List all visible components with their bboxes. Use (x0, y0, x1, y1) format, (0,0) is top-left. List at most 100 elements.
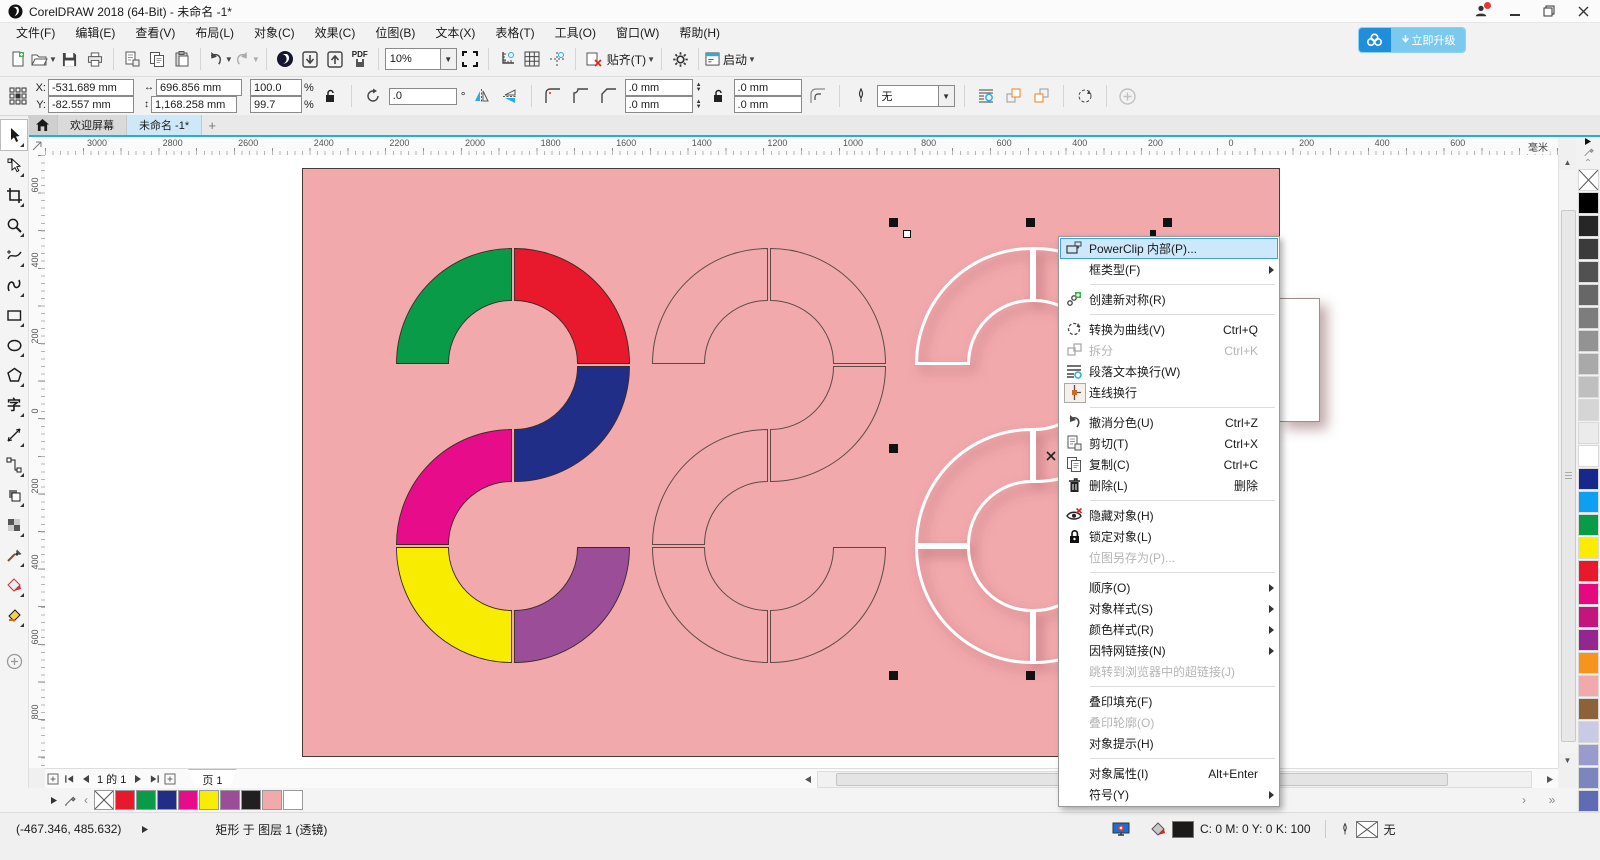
search-content-button[interactable] (273, 46, 297, 72)
context-menu-item-6[interactable]: 拆分Ctrl+K (1060, 340, 1278, 361)
new-document-button[interactable] (6, 46, 30, 72)
chamfer-corner-button[interactable] (597, 83, 621, 109)
menubar-item-0[interactable]: 文件(F) (6, 22, 65, 43)
context-menu-item-19[interactable]: 顺序(O) (1060, 577, 1278, 598)
outline-pen-status-icon[interactable] (1340, 822, 1350, 837)
context-menu-item-16[interactable]: 锁定对象(L) (1060, 526, 1278, 547)
selection-handle-small[interactable] (903, 230, 911, 238)
freehand-tool[interactable] (1, 240, 27, 270)
import-button[interactable] (298, 46, 322, 72)
welcome-screen-tab[interactable]: 欢迎屏幕 (58, 115, 127, 135)
scalloped-corner-button[interactable] (569, 83, 593, 109)
text-tool[interactable]: 字 (1, 390, 27, 420)
palette-expand[interactable]: » (1544, 792, 1560, 808)
export-button[interactable] (323, 46, 347, 72)
doc-swatch[interactable] (157, 790, 177, 810)
print-button[interactable] (83, 46, 107, 72)
zoom-tool[interactable] (1, 210, 27, 240)
palette-scroll-left[interactable]: ‹ (78, 792, 94, 808)
selection-handle[interactable] (1163, 218, 1172, 227)
color-palette-flyout[interactable] (1580, 137, 1596, 146)
context-menu-item-1[interactable]: 框类型(F) (1060, 259, 1278, 280)
add-page-start-button[interactable] (45, 771, 61, 787)
context-menu-item-23[interactable]: 跳转到浏览器中的超链接(J) (1060, 661, 1278, 682)
outline-color-swatch[interactable] (1356, 821, 1378, 838)
undo-dropdown[interactable]: ▼ (225, 55, 233, 64)
context-menu-item-29[interactable]: 对象属性(I)Alt+Enter (1060, 763, 1278, 784)
doc-swatch[interactable] (136, 790, 156, 810)
ruler-origin[interactable] (28, 137, 46, 156)
fill-color-icon[interactable] (1150, 822, 1166, 836)
vertical-ruler[interactable]: 6004002000200400600800 (28, 155, 46, 768)
scale-y-field[interactable]: 99.7 (250, 96, 302, 113)
status-flyout-arrow[interactable] (141, 825, 149, 834)
palette-swatch[interactable] (1578, 675, 1599, 697)
corner-radius-br-field[interactable]: .0 mm (734, 96, 802, 113)
context-menu-item-25[interactable]: 叠印填充(F) (1060, 691, 1278, 712)
doc-swatch[interactable] (199, 790, 219, 810)
menubar-item-3[interactable]: 布局(L) (185, 22, 244, 43)
fill-color-swatch[interactable] (1172, 821, 1194, 838)
stepper[interactable]: ▲▼ (695, 100, 702, 110)
zoom-level-select[interactable]: 10%▼ (385, 48, 457, 70)
selection-handle[interactable] (889, 444, 898, 453)
palette-swatch[interactable] (1578, 537, 1599, 559)
horizontal-ruler[interactable]: 毫米30002800260024002200200018001600140012… (45, 137, 1558, 156)
palette-swatch[interactable] (1578, 790, 1599, 812)
s-shape-1-bot-sw-segment[interactable] (653, 548, 768, 663)
menubar-item-10[interactable]: 窗口(W) (606, 22, 669, 43)
show-guidelines-button[interactable] (545, 46, 569, 72)
doc-swatch[interactable] (262, 790, 282, 810)
s-shape-0-bot-se-segment[interactable] (515, 548, 630, 663)
object-width-field[interactable]: 696.856 mm (156, 79, 242, 96)
s-shape-1-bot-se-segment[interactable] (771, 548, 886, 663)
new-tab-button[interactable]: + (202, 115, 222, 135)
menubar-item-9[interactable]: 工具(O) (545, 22, 606, 43)
color-palette-scroll-up[interactable]: ⌃ (1580, 158, 1596, 169)
corner-link-lock-button[interactable] (706, 83, 730, 109)
context-menu-item-17[interactable]: 位图另存为(P)... (1060, 547, 1278, 568)
restore-button[interactable] (1532, 0, 1566, 22)
menubar-item-6[interactable]: 位图(B) (365, 22, 425, 43)
context-menu-item-22[interactable]: 因特网链接(N) (1060, 640, 1278, 661)
context-menu-item-30[interactable]: 符号(Y) (1060, 784, 1278, 805)
palette-swatch[interactable] (1578, 560, 1599, 582)
context-menu-item-13[interactable]: 删除(L)删除 (1060, 475, 1278, 496)
palette-swatch[interactable] (1578, 353, 1599, 375)
mirror-horizontal-button[interactable] (470, 83, 494, 109)
scroll-down-button[interactable]: ▼ (1559, 753, 1576, 768)
pick-tool[interactable] (1, 120, 27, 150)
ellipse-tool[interactable] (1, 330, 27, 360)
palette-swatch[interactable] (1578, 698, 1599, 720)
redo-button[interactable]: ▼ (234, 46, 260, 72)
context-menu-item-5[interactable]: 转换为曲线(V)Ctrl+Q (1060, 319, 1278, 340)
customize-toolbox-button[interactable] (1, 646, 27, 676)
mirror-vertical-button[interactable] (498, 83, 522, 109)
selection-center-marker[interactable] (1046, 450, 1056, 464)
interactive-fill-tool[interactable] (1, 570, 27, 600)
palette-swatch[interactable] (1578, 376, 1599, 398)
connector-tool[interactable] (1, 450, 27, 480)
close-button[interactable] (1566, 0, 1600, 22)
object-height-field[interactable]: 1,168.258 mm (151, 96, 237, 113)
snap-off-button[interactable] (582, 46, 606, 72)
menubar-item-8[interactable]: 表格(T) (485, 22, 544, 43)
s-shape-2-top-nw-segment[interactable] (917, 249, 1032, 364)
context-menu-item-8[interactable]: 连线换行 (1060, 382, 1278, 403)
drop-shadow-tool[interactable] (1, 480, 27, 510)
scroll-left-button[interactable] (800, 771, 816, 787)
minimize-button[interactable] (1498, 0, 1532, 22)
to-back-button[interactable] (1030, 83, 1054, 109)
color-palette-eyedropper-icon[interactable] (1580, 146, 1596, 158)
transparency-tool[interactable] (1, 510, 27, 540)
document-tab-active[interactable]: 未命名 -1* (127, 115, 202, 135)
context-menu-item-0[interactable]: PowerClip 内部(P)... (1060, 238, 1278, 259)
lock-ratio-button[interactable] (318, 83, 342, 109)
page-1-tab[interactable]: 页 1 (188, 769, 236, 789)
s-shape-0-top-nw-segment[interactable] (397, 249, 512, 364)
context-menu-item-20[interactable]: 对象样式(S) (1060, 598, 1278, 619)
palette-swatch[interactable] (1578, 261, 1599, 283)
context-menu-item-10[interactable]: 撤消分色(U)Ctrl+Z (1060, 412, 1278, 433)
cloud-upgrade-badge[interactable]: 立即升级 (1358, 27, 1466, 53)
cut-button[interactable] (120, 46, 144, 72)
